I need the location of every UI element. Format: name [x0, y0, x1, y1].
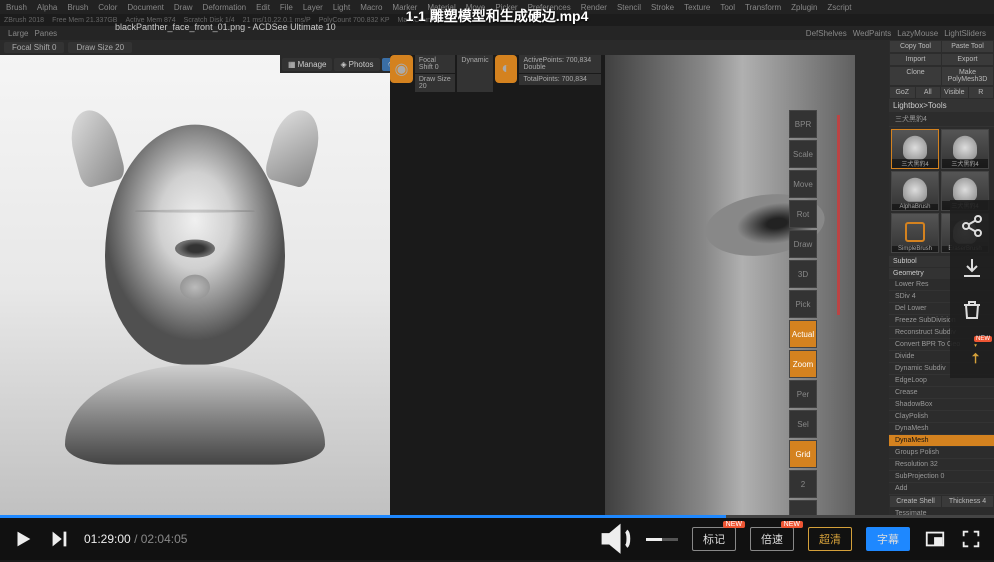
vtool-7[interactable]: Actual — [789, 320, 817, 348]
vtool-11[interactable]: Grid — [789, 440, 817, 468]
pip-icon[interactable] — [924, 528, 946, 550]
thumb-4[interactable]: SimpleBrush — [891, 213, 939, 253]
play-button[interactable] — [12, 528, 34, 550]
pin-icon[interactable]: NEW — [960, 340, 984, 364]
menu-zscript[interactable]: Zscript — [827, 3, 851, 12]
subtitle-tag[interactable]: 字幕 — [866, 527, 910, 551]
menu-alpha[interactable]: Alpha — [37, 3, 57, 12]
vtool-4[interactable]: Draw — [789, 230, 817, 258]
menu-tool[interactable]: Tool — [720, 3, 735, 12]
canvas-gap: ◉ Focal Shift 0 Draw Size 20 Dynamic ◐ A… — [390, 55, 605, 518]
lightbox-head[interactable]: Lightbox>Tools — [889, 99, 994, 112]
vtool-2[interactable]: Move — [789, 170, 817, 198]
active-points: ActivePoints: 700,834 Double — [519, 55, 601, 73]
vtool-9[interactable]: Per — [789, 380, 817, 408]
acdsee-toolbar: ▦ Manage ◈ Photos 👁 View ⚗ Develop ✎ Edi… — [280, 55, 390, 73]
menu-stencil[interactable]: Stencil — [617, 3, 641, 12]
view-tab[interactable]: 👁 View — [382, 58, 390, 71]
thumb-0[interactable]: 三犬黑豹4 — [891, 129, 939, 169]
export-btn[interactable]: Export — [942, 54, 993, 65]
menu-document[interactable]: Document — [127, 3, 163, 12]
volume-control[interactable] — [594, 516, 678, 562]
speed-tag[interactable]: 倍速NEW — [750, 527, 794, 551]
download-icon[interactable] — [960, 256, 984, 280]
vtool-6[interactable]: Pick — [789, 290, 817, 318]
menu-macro[interactable]: Macro — [360, 3, 382, 12]
mid-dynamic[interactable]: Dynamic — [457, 55, 492, 92]
vtool-10[interactable]: Sel — [789, 410, 817, 438]
video-overlay-tools: NEW — [950, 200, 994, 378]
total-points: TotalPoints: 700,834 — [519, 74, 601, 85]
viewport-tools: BPRScaleMoveRotDraw3DPickActualZoomPerSe… — [789, 110, 817, 518]
menu-light[interactable]: Light — [333, 3, 350, 12]
menu-layer[interactable]: Layer — [303, 3, 323, 12]
mark-tag[interactable]: 标记NEW — [692, 527, 736, 551]
vtool-0[interactable]: BPR — [789, 110, 817, 138]
clone-btn[interactable]: Clone — [890, 67, 941, 85]
paste-tool[interactable]: Paste Tool — [942, 41, 993, 52]
video-title: 1-1 雕塑模型和生成硬边.mp4 — [406, 6, 589, 26]
mat-icon[interactable]: ◐ — [495, 55, 518, 83]
thumb-2[interactable]: AlphaBrush — [891, 171, 939, 211]
menu-deformation[interactable]: Deformation — [203, 3, 247, 12]
focal-shift[interactable]: Focal Shift 0 — [4, 42, 64, 53]
sculpt-viewport[interactable]: BPRScaleMoveRotDraw3DPickActualZoomPerSe… — [605, 55, 855, 518]
vtool-5[interactable]: 3D — [789, 260, 817, 288]
delete-icon[interactable] — [960, 298, 984, 322]
quality-tag[interactable]: 超清 — [808, 527, 852, 551]
share-icon[interactable] — [960, 214, 984, 238]
import-btn[interactable]: Import — [890, 54, 941, 65]
file-label: blackPanther_face_front_01.png - ACDSee … — [115, 22, 336, 32]
photos-tab[interactable]: ◈ Photos — [334, 58, 379, 71]
vtool-12[interactable]: 2 — [789, 470, 817, 498]
next-button[interactable] — [48, 528, 70, 550]
sub-right: DefShelvesWedPaintsLazyMouseLightSliders — [806, 29, 986, 38]
reference-view: ▦ Manage ◈ Photos 👁 View ⚗ Develop ✎ Edi… — [0, 55, 390, 518]
player-bar: 01:29:00 / 02:04:05 标记NEW 倍速NEW 超清 字幕 — [0, 518, 994, 560]
menu-transform[interactable]: Transform — [745, 3, 781, 12]
menu-edit[interactable]: Edit — [256, 3, 270, 12]
fullscreen-icon[interactable] — [960, 528, 982, 550]
menu-zplugin[interactable]: Zplugin — [791, 3, 817, 12]
polymesh-btn[interactable]: Make PolyMesh3D — [942, 67, 993, 85]
mid-draw[interactable]: Draw Size 20 — [415, 74, 456, 92]
manage-tab[interactable]: ▦ Manage — [282, 58, 332, 71]
menu-file[interactable]: File — [280, 3, 293, 12]
vtool-8[interactable]: Zoom — [789, 350, 817, 378]
menu-draw[interactable]: Draw — [174, 3, 193, 12]
thumb-1[interactable]: 三犬黑豹4 — [941, 129, 989, 169]
menu-brush[interactable]: Brush — [6, 3, 27, 12]
vtool-1[interactable]: Scale — [789, 140, 817, 168]
volume-icon[interactable] — [594, 516, 640, 562]
menu-color[interactable]: Color — [98, 3, 117, 12]
vtool-3[interactable]: Rot — [789, 200, 817, 228]
copy-tool[interactable]: Copy Tool — [890, 41, 941, 52]
draw-size[interactable]: Draw Size 20 — [68, 42, 132, 53]
menu-brush[interactable]: Brush — [67, 3, 88, 12]
brush-icon[interactable]: ◉ — [390, 55, 413, 83]
menu-texture[interactable]: Texture — [684, 3, 710, 12]
menu-stroke[interactable]: Stroke — [651, 3, 674, 12]
dynamesh-btn[interactable]: DynaMesh — [889, 435, 994, 447]
time-display: 01:29:00 / 02:04:05 — [84, 532, 187, 546]
mid-focal[interactable]: Focal Shift 0 — [415, 55, 456, 73]
sub-left: LargePanes — [8, 29, 57, 38]
